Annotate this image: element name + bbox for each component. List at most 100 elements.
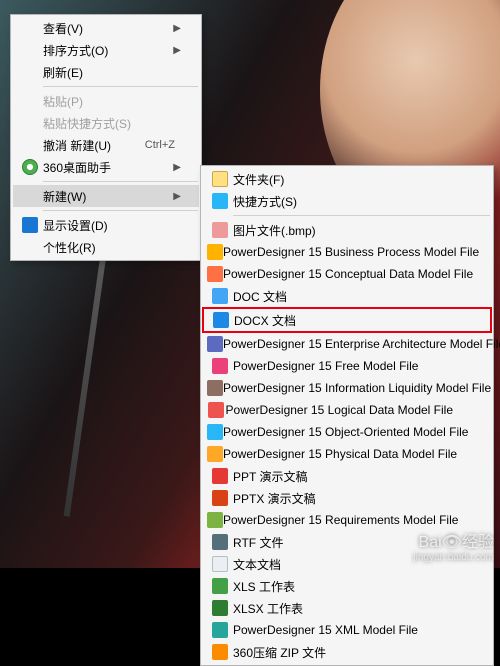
- chevron-right-icon: ▶: [173, 23, 181, 34]
- watermark-url: jingyan.baidu.com: [413, 552, 494, 564]
- menu-item-label: PowerDesigner 15 Physical Data Model Fil…: [223, 447, 477, 461]
- ico-pd-o-icon: [207, 424, 223, 440]
- menu2-item[interactable]: PPT 演示文稿: [203, 465, 491, 487]
- menu-item-label: PowerDesigner 15 Information Liquidity M…: [223, 381, 500, 395]
- icon-slot: [207, 600, 233, 616]
- menu-item-label: PowerDesigner 15 Object-Oriented Model F…: [223, 425, 488, 439]
- menu1-item[interactable]: 撤消 新建(U)Ctrl+Z: [13, 134, 199, 156]
- menu2-item[interactable]: PowerDesigner 15 Free Model File: [203, 355, 491, 377]
- menu-item-label: 快捷方式(S): [233, 193, 473, 210]
- menu2-item[interactable]: PowerDesigner 15 Information Liquidity M…: [203, 377, 491, 399]
- icon-slot: [207, 556, 233, 572]
- icon-slot: [207, 512, 223, 528]
- ico-xls-icon: [212, 578, 228, 594]
- ico-pd-e-icon: [207, 336, 223, 352]
- icon-slot: [207, 402, 226, 418]
- menu2-item[interactable]: 快捷方式(S): [203, 190, 491, 212]
- menu-item-label: PPT 演示文稿: [233, 468, 473, 485]
- menu-item-label: PowerDesigner 15 Enterprise Architecture…: [223, 337, 500, 351]
- menu-item-label: PowerDesigner 15 Logical Data Model File: [226, 403, 473, 417]
- menu-separator: [43, 210, 198, 211]
- icon-slot: [207, 266, 223, 282]
- menu-item-label: 文件夹(F): [233, 171, 473, 188]
- menu-shortcut: Ctrl+Z: [145, 139, 181, 151]
- icon-slot: [207, 644, 233, 660]
- ico-ppt-icon: [212, 468, 228, 484]
- ico-bmp-icon: [212, 222, 228, 238]
- menu1-item[interactable]: 排序方式(O)▶: [13, 39, 199, 61]
- highlight-annotation: DOCX 文档: [202, 307, 492, 333]
- icon-slot: [207, 534, 233, 550]
- icon-slot: [207, 244, 223, 260]
- watermark-brand: Bai👁经验: [413, 533, 494, 552]
- chevron-right-icon: ▶: [173, 162, 181, 173]
- menu1-item[interactable]: 360桌面助手▶: [13, 156, 199, 178]
- menu2-item[interactable]: XLSX 工作表: [203, 597, 491, 619]
- icon-slot: [207, 193, 233, 209]
- menu1-item[interactable]: 显示设置(D): [13, 214, 199, 236]
- menu1-item[interactable]: 查看(V)▶: [13, 17, 199, 39]
- icon-slot: [207, 468, 233, 484]
- menu2-item[interactable]: PowerDesigner 15 Physical Data Model Fil…: [203, 443, 491, 465]
- icon-slot: [17, 217, 43, 233]
- menu-item-label: 粘贴(P): [43, 93, 181, 110]
- menu-item-label: 新建(W): [43, 188, 173, 205]
- menu2-item[interactable]: PowerDesigner 15 Conceptual Data Model F…: [203, 263, 491, 285]
- ico-360-icon: [22, 159, 38, 175]
- context-menu-new-submenu: 文件夹(F) 快捷方式(S) 图片文件(.bmp) PowerDesigner 15 …: [200, 165, 494, 666]
- ico-pd-p-icon: [207, 446, 223, 462]
- ico-pd-f-icon: [212, 358, 228, 374]
- chevron-right-icon: ▶: [173, 45, 181, 56]
- menu2-item[interactable]: XLS 工作表: [203, 575, 491, 597]
- menu-item-label: 查看(V): [43, 20, 173, 37]
- menu1-item[interactable]: 个性化(R): [13, 236, 199, 258]
- menu-separator: [233, 215, 490, 216]
- menu2-item[interactable]: PowerDesigner 15 XML Model File: [203, 619, 491, 641]
- menu2-item[interactable]: PowerDesigner 15 Enterprise Architecture…: [203, 333, 491, 355]
- icon-slot: [207, 446, 223, 462]
- ico-pd-x-icon: [212, 622, 228, 638]
- menu-item-label: 排序方式(O): [43, 42, 173, 59]
- icon-slot: [207, 171, 233, 187]
- menu2-item[interactable]: PowerDesigner 15 Requirements Model File: [203, 509, 491, 531]
- ico-pd-r-icon: [207, 512, 223, 528]
- menu-item-label: 刷新(E): [43, 64, 181, 81]
- menu-separator: [43, 86, 198, 87]
- menu2-item[interactable]: DOCX 文档: [204, 309, 490, 331]
- menu2-item[interactable]: 360压缩 ZIP 文件: [203, 641, 491, 663]
- icon-slot: [207, 622, 233, 638]
- menu-item-label: 图片文件(.bmp): [233, 222, 473, 239]
- icon-slot: [207, 336, 223, 352]
- icon-slot: [17, 159, 43, 175]
- icon-slot: [207, 358, 233, 374]
- ico-rtf-icon: [212, 534, 228, 550]
- menu-item-label: PowerDesigner 15 Conceptual Data Model F…: [223, 267, 493, 281]
- menu2-item[interactable]: 文件夹(F): [203, 168, 491, 190]
- ico-xlsx-icon: [212, 600, 228, 616]
- ico-pptx-icon: [212, 490, 228, 506]
- menu-item-label: 显示设置(D): [43, 217, 181, 234]
- icon-slot: [207, 578, 233, 594]
- icon-slot: [208, 312, 234, 328]
- ico-pd-i-icon: [207, 380, 223, 396]
- menu-item-label: 360桌面助手: [43, 159, 173, 176]
- menu2-item[interactable]: 图片文件(.bmp): [203, 219, 491, 241]
- context-menu-primary: 查看(V)▶排序方式(O)▶刷新(E)粘贴(P)粘贴快捷方式(S)撤消 新建(U…: [10, 14, 202, 261]
- menu-item-label: XLSX 工作表: [233, 600, 473, 617]
- menu1-item: 粘贴(P): [13, 90, 199, 112]
- menu2-item[interactable]: PowerDesigner 15 Object-Oriented Model F…: [203, 421, 491, 443]
- menu1-item: 粘贴快捷方式(S): [13, 112, 199, 134]
- icon-slot: [207, 222, 233, 238]
- menu2-item[interactable]: PPTX 演示文稿: [203, 487, 491, 509]
- menu1-item[interactable]: 新建(W)▶: [13, 185, 199, 207]
- ico-txt-icon: [212, 556, 228, 572]
- ico-doc-icon: [212, 288, 228, 304]
- menu1-item[interactable]: 刷新(E): [13, 61, 199, 83]
- menu-item-label: 粘贴快捷方式(S): [43, 115, 181, 132]
- icon-slot: [207, 380, 223, 396]
- menu2-item[interactable]: PowerDesigner 15 Logical Data Model File: [203, 399, 491, 421]
- menu2-item[interactable]: DOC 文档: [203, 285, 491, 307]
- menu-item-label: PowerDesigner 15 Business Process Model …: [223, 245, 499, 259]
- menu2-item[interactable]: PowerDesigner 15 Business Process Model …: [203, 241, 491, 263]
- menu-separator: [43, 181, 198, 182]
